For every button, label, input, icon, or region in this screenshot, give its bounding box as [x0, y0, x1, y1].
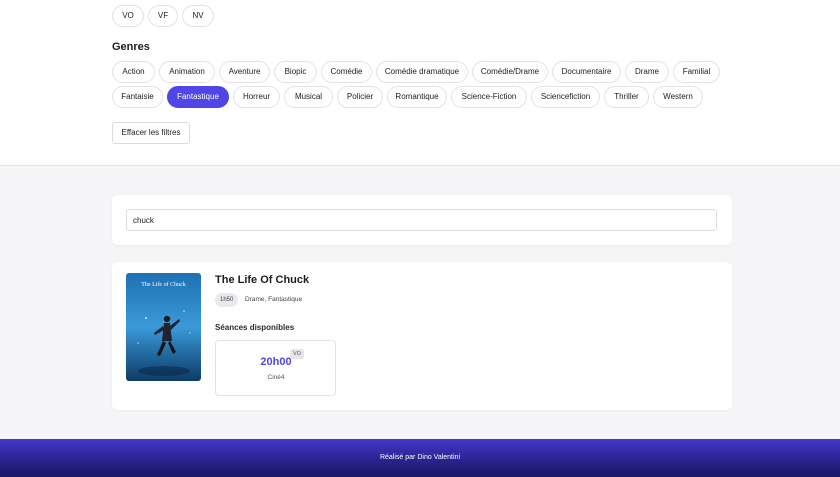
poster-artwork-icon: The Life of Chuck	[126, 273, 201, 381]
movie-title[interactable]: The Life Of Chuck	[215, 274, 309, 286]
clear-filters-button[interactable]: Effacer les filtres	[112, 122, 190, 144]
lang-button-vo[interactable]: VO	[112, 5, 144, 27]
genre-chip[interactable]: Comédie dramatique	[376, 61, 468, 83]
movie-poster[interactable]: The Life of Chuck	[126, 273, 201, 381]
genre-chip[interactable]: Action	[112, 61, 155, 83]
footer-credit: Réalisé par Dino Valentini	[379, 454, 461, 461]
genre-chip[interactable]: Musical	[284, 86, 333, 108]
movie-genres: Drame, Fantastique	[245, 296, 303, 303]
genre-chip[interactable]: Biopic	[274, 61, 317, 83]
genre-chip[interactable]: Comédie/Drame	[472, 61, 548, 83]
genre-chip[interactable]: Romantique	[387, 86, 447, 108]
genre-chip-active[interactable]: Fantastique	[167, 86, 229, 108]
genre-chip[interactable]: Aventure	[219, 61, 270, 83]
seance-time: 20h00	[260, 356, 292, 368]
genre-chip[interactable]: Drame	[625, 61, 669, 83]
filters-panel: VO VF NV Genres Action Animation Aventur…	[0, 0, 840, 166]
genre-chip[interactable]: Policier	[337, 86, 383, 108]
seance-version-badge: VO	[290, 349, 304, 359]
genre-chip[interactable]: Thriller	[604, 86, 649, 108]
seance-slot[interactable]: 20h00 VO Ciné4	[215, 340, 336, 396]
genre-chip[interactable]: Western	[653, 86, 703, 108]
lang-button-vf[interactable]: VF	[148, 5, 178, 27]
footer: Réalisé par Dino Valentini	[0, 439, 840, 477]
genre-chip[interactable]: Horreur	[233, 86, 280, 108]
genre-chip[interactable]: Fantaisie	[112, 86, 163, 108]
genres-heading: Genres	[112, 41, 150, 53]
genre-chip[interactable]: Science-Fiction	[451, 86, 527, 108]
genre-chip[interactable]: Comédie	[321, 61, 372, 83]
seance-room: Ciné4	[267, 374, 285, 381]
svg-text:The Life of Chuck: The Life of Chuck	[141, 281, 185, 288]
search-card	[112, 195, 732, 245]
seances-heading: Séances disponibles	[215, 323, 295, 332]
genre-chip[interactable]: Animation	[159, 61, 215, 83]
lang-button-nv[interactable]: NV	[182, 5, 214, 27]
genre-chip[interactable]: Documentaire	[552, 61, 621, 83]
genre-chip[interactable]: Familial	[673, 61, 720, 83]
search-input[interactable]	[126, 209, 717, 231]
duration-badge: 1h50	[215, 293, 239, 307]
movie-card[interactable]: The Life of Chuck The Life Of Chuck 1h50…	[112, 262, 732, 410]
genre-chip[interactable]: Sciencefiction	[531, 86, 600, 108]
